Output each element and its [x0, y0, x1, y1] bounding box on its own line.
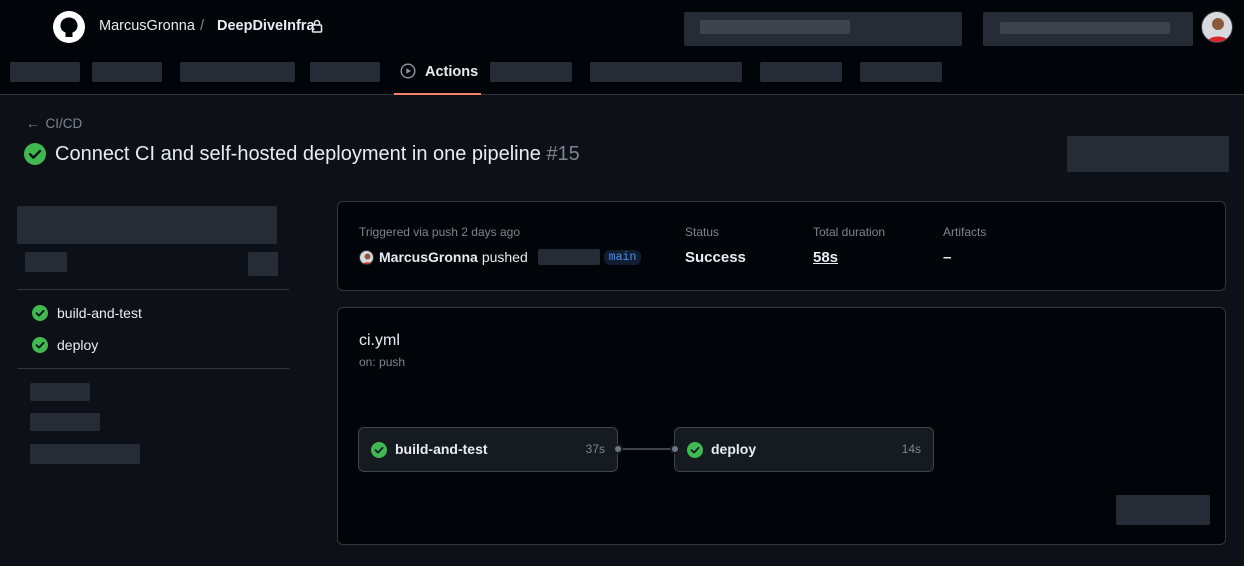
- check-circle-icon: [687, 442, 703, 458]
- actor-name[interactable]: MarcusGronna: [379, 249, 478, 265]
- redacted-sidebar-summary-2: [25, 252, 67, 272]
- redacted-tab-issues: [92, 62, 162, 82]
- job-duration: 37s: [585, 442, 605, 456]
- job-name: deploy: [711, 441, 757, 457]
- workflow-file-name: ci.yml: [359, 332, 400, 349]
- redacted-sidebar-link-3: [30, 444, 140, 464]
- redacted-sidebar-summary-3: [248, 252, 278, 276]
- back-to-workflow-link[interactable]: ← CI/CD: [26, 116, 82, 131]
- redacted-run-actions: [1067, 136, 1229, 172]
- github-logo-icon[interactable]: [52, 10, 86, 44]
- run-title: Connect CI and self-hosted deployment in…: [55, 143, 541, 165]
- sidebar-job-label: build-and-test: [57, 305, 142, 321]
- redacted-commit-sha: [537, 249, 600, 265]
- check-circle-icon: [32, 337, 48, 353]
- arrow-left-icon: ←: [26, 116, 40, 131]
- job-connector-line: [618, 448, 675, 450]
- status-label: Status: [685, 225, 720, 239]
- actor-avatar-image: [362, 253, 373, 264]
- trigger-details: MarcusGronna pushed main: [359, 249, 642, 265]
- sidebar-job-build-and-test[interactable]: build-and-test: [32, 303, 142, 323]
- tab-actions-label: Actions: [425, 64, 479, 80]
- artifacts-label: Artifacts: [943, 225, 987, 239]
- run-summary-panel: Triggered via push 2 days ago MarcusGron…: [337, 201, 1226, 291]
- user-avatar-image: [1206, 18, 1230, 42]
- redacted-tab-settings: [860, 62, 942, 82]
- play-icon: [400, 63, 416, 79]
- redacted-tab-code: [10, 62, 80, 82]
- redacted-tab-pull-requests: [180, 62, 295, 82]
- push-action: pushed: [481, 249, 528, 265]
- triggered-label: Triggered via push 2 days ago: [359, 225, 520, 239]
- app-header: MarcusGronna / DeepDiveInfra Actions: [0, 0, 1244, 95]
- duration-label: Total duration: [813, 225, 886, 239]
- redacted-tab-discussions: [310, 62, 380, 82]
- branch-label[interactable]: main: [603, 249, 642, 265]
- redacted-header-buttons-detail: [1000, 22, 1170, 34]
- workflow-name: CI/CD: [45, 116, 83, 131]
- workflow-trigger: on: push: [359, 355, 406, 369]
- repo-name-link[interactable]: DeepDiveInfra: [217, 18, 315, 34]
- actor-avatar: [359, 249, 374, 265]
- redacted-sidebar-summary: [17, 206, 277, 244]
- artifacts-value: –: [943, 249, 952, 266]
- redacted-tab-projects: [490, 62, 572, 82]
- redacted-sidebar-link-1: [30, 383, 90, 401]
- check-circle-icon: [371, 442, 387, 458]
- user-avatar[interactable]: [1201, 11, 1233, 43]
- redacted-zoom-controls: [1116, 495, 1210, 525]
- redacted-sidebar-link-2: [30, 413, 100, 431]
- check-circle-icon: [32, 305, 48, 321]
- status-value: Success: [685, 249, 746, 266]
- job-connector-end-dot: [670, 444, 680, 454]
- sidebar-divider: [17, 368, 289, 369]
- duration-value[interactable]: 58s: [813, 249, 838, 266]
- job-name: build-and-test: [395, 441, 488, 457]
- sidebar-job-label: deploy: [57, 337, 99, 353]
- job-node-deploy[interactable]: deploy 14s: [674, 427, 934, 472]
- redacted-tab-insights: [760, 62, 842, 82]
- job-duration: 14s: [901, 442, 921, 456]
- redacted-tab-security: [590, 62, 742, 82]
- sidebar-divider: [17, 289, 289, 290]
- job-node-build-and-test[interactable]: build-and-test 37s: [358, 427, 618, 472]
- path-separator: /: [200, 17, 205, 34]
- repo-owner-link[interactable]: MarcusGronna: [99, 18, 195, 34]
- page-title: Connect CI and self-hosted deployment in…: [55, 143, 580, 166]
- run-number: #15: [546, 143, 580, 165]
- tab-actions[interactable]: Actions: [394, 52, 481, 95]
- check-circle-icon: [24, 143, 46, 165]
- lock-icon: [311, 19, 323, 33]
- redacted-search-text: [700, 20, 850, 34]
- sidebar-job-deploy[interactable]: deploy: [32, 335, 98, 355]
- workflow-graph-panel: ci.yml on: push build-and-test 37s deplo…: [337, 307, 1226, 545]
- job-connector-start-dot: [613, 444, 623, 454]
